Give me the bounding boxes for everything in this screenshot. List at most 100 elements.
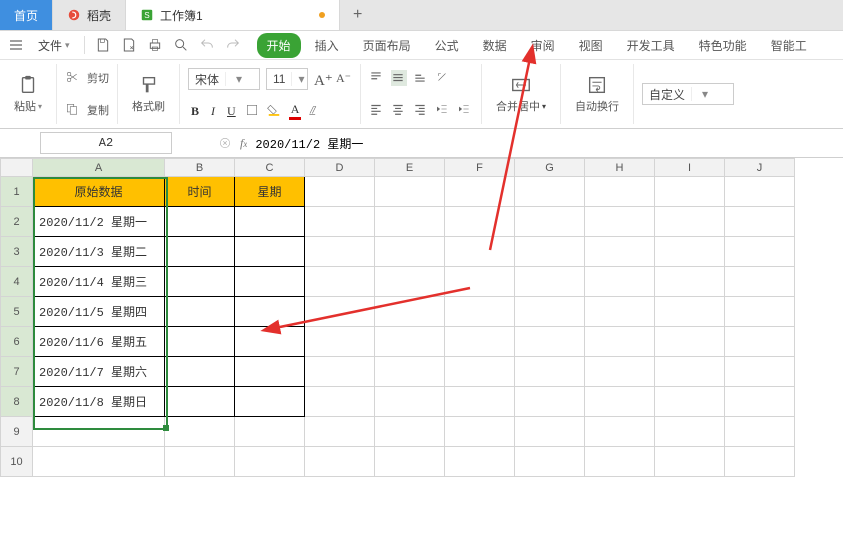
- cell[interactable]: [165, 417, 235, 447]
- cell[interactable]: [655, 297, 725, 327]
- col-header[interactable]: G: [515, 159, 585, 177]
- cell[interactable]: [515, 207, 585, 237]
- cell[interactable]: [235, 327, 305, 357]
- tab-home[interactable]: 首页: [0, 0, 53, 30]
- clear-format-icon[interactable]: [307, 103, 323, 119]
- cell[interactable]: [445, 297, 515, 327]
- print-icon[interactable]: [147, 37, 163, 53]
- cell[interactable]: [445, 417, 515, 447]
- col-header[interactable]: F: [445, 159, 515, 177]
- cell[interactable]: [375, 447, 445, 477]
- font-name-combo[interactable]: 宋体▾: [188, 68, 260, 90]
- cell[interactable]: [655, 327, 725, 357]
- cell[interactable]: [585, 447, 655, 477]
- cell[interactable]: [515, 327, 585, 357]
- cancel-edit-icon[interactable]: [218, 136, 232, 150]
- cell[interactable]: [165, 447, 235, 477]
- align-bottom-icon[interactable]: [413, 70, 429, 86]
- indent-decrease-icon[interactable]: [435, 102, 451, 118]
- fx-icon[interactable]: fx: [240, 136, 247, 151]
- row-header[interactable]: 8: [1, 387, 33, 417]
- cell[interactable]: [305, 417, 375, 447]
- cell[interactable]: [305, 447, 375, 477]
- cell[interactable]: [655, 177, 725, 207]
- cell[interactable]: [585, 297, 655, 327]
- cell[interactable]: [655, 207, 725, 237]
- cell[interactable]: [585, 387, 655, 417]
- cell[interactable]: [305, 297, 375, 327]
- cell[interactable]: [235, 267, 305, 297]
- border-button[interactable]: [245, 103, 261, 119]
- cell[interactable]: [33, 447, 165, 477]
- align-right-icon[interactable]: [413, 102, 429, 118]
- font-size-combo[interactable]: 11▾: [266, 68, 308, 90]
- cell[interactable]: [725, 237, 795, 267]
- align-center-icon[interactable]: [391, 102, 407, 118]
- align-left-icon[interactable]: [369, 102, 385, 118]
- indent-increase-icon[interactable]: [457, 102, 473, 118]
- cell[interactable]: [585, 207, 655, 237]
- name-box[interactable]: A2: [40, 132, 172, 154]
- cell[interactable]: [305, 237, 375, 267]
- ribbon-tab-view[interactable]: 视图: [569, 33, 613, 58]
- row-header[interactable]: 5: [1, 297, 33, 327]
- cell[interactable]: [655, 267, 725, 297]
- cell[interactable]: [585, 237, 655, 267]
- row-header[interactable]: 6: [1, 327, 33, 357]
- cell[interactable]: [585, 267, 655, 297]
- cell[interactable]: [305, 327, 375, 357]
- orientation-icon[interactable]: [435, 70, 451, 86]
- ribbon-tab-page-layout[interactable]: 页面布局: [353, 33, 421, 58]
- cell[interactable]: [445, 387, 515, 417]
- cell[interactable]: [165, 327, 235, 357]
- cell[interactable]: [33, 417, 165, 447]
- save-icon[interactable]: [95, 37, 111, 53]
- cell[interactable]: [725, 327, 795, 357]
- ribbon-tab-dev[interactable]: 开发工具: [617, 33, 685, 58]
- decrease-font-icon[interactable]: A⁻: [336, 71, 352, 87]
- paste-button[interactable]: 粘贴▾: [8, 74, 48, 114]
- col-header[interactable]: D: [305, 159, 375, 177]
- select-all-corner[interactable]: [1, 159, 33, 177]
- ribbon-tab-start[interactable]: 开始: [257, 33, 301, 58]
- increase-font-icon[interactable]: A⁺: [314, 71, 330, 87]
- cell[interactable]: 2020/11/3 星期二: [33, 237, 165, 267]
- cell[interactable]: [165, 207, 235, 237]
- cell[interactable]: [585, 417, 655, 447]
- row-header[interactable]: 3: [1, 237, 33, 267]
- tab-daoke[interactable]: 稻壳: [53, 0, 126, 30]
- row-header[interactable]: 4: [1, 267, 33, 297]
- cell[interactable]: [655, 357, 725, 387]
- col-header[interactable]: I: [655, 159, 725, 177]
- cell[interactable]: [515, 387, 585, 417]
- underline-button[interactable]: U: [224, 104, 239, 119]
- cell[interactable]: [515, 267, 585, 297]
- col-header[interactable]: C: [235, 159, 305, 177]
- row-header[interactable]: 1: [1, 177, 33, 207]
- fill-color-button[interactable]: [267, 103, 283, 119]
- cell[interactable]: [725, 207, 795, 237]
- cell[interactable]: [235, 387, 305, 417]
- cell[interactable]: [515, 417, 585, 447]
- row-header[interactable]: 9: [1, 417, 33, 447]
- italic-button[interactable]: I: [208, 104, 218, 119]
- cell[interactable]: [165, 237, 235, 267]
- file-menu[interactable]: 文件 ▾: [34, 37, 74, 54]
- align-middle-icon[interactable]: [391, 70, 407, 86]
- cell[interactable]: [165, 387, 235, 417]
- wrap-text-button[interactable]: 自动换行: [569, 74, 625, 114]
- formula-input[interactable]: [247, 133, 843, 153]
- cell[interactable]: [165, 297, 235, 327]
- cell[interactable]: 2020/11/8 星期日: [33, 387, 165, 417]
- cell[interactable]: [515, 357, 585, 387]
- align-top-icon[interactable]: [369, 70, 385, 86]
- cell[interactable]: 2020/11/2 星期一: [33, 207, 165, 237]
- cell[interactable]: [445, 237, 515, 267]
- save-as-icon[interactable]: [121, 37, 137, 53]
- ribbon-tab-insert[interactable]: 插入: [305, 33, 349, 58]
- cell[interactable]: [235, 447, 305, 477]
- cell[interactable]: [375, 417, 445, 447]
- cell[interactable]: [655, 387, 725, 417]
- cell[interactable]: [585, 177, 655, 207]
- ribbon-tab-special[interactable]: 特色功能: [689, 33, 757, 58]
